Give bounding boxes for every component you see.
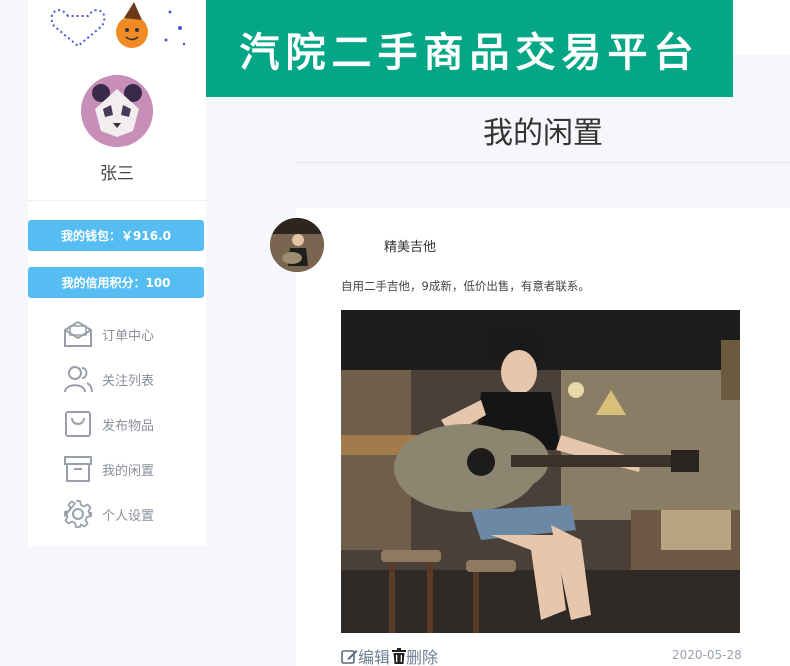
divider — [296, 162, 790, 163]
avatar[interactable] — [81, 75, 153, 147]
credit-button[interactable]: 我的信用积分：100 — [28, 267, 204, 298]
edit-icon — [341, 650, 358, 664]
username: 张三 — [100, 164, 134, 184]
edit-label: 编辑 — [358, 648, 391, 666]
seller-avatar[interactable] — [270, 218, 324, 272]
archive-icon — [62, 453, 94, 485]
delete-label: 删除 — [406, 648, 439, 666]
item-date: 2020-05-28 — [672, 648, 742, 662]
nav-label: 关注列表 — [102, 373, 155, 389]
site-logo — [28, 0, 206, 57]
nav-item-publish[interactable]: 发布物品 — [62, 407, 202, 441]
nav-label: 订单中心 — [102, 328, 155, 344]
envelope-icon — [62, 318, 94, 350]
gear-icon — [62, 498, 94, 530]
trash-icon — [392, 648, 407, 664]
people-icon — [62, 363, 94, 395]
header-spacer — [733, 0, 790, 55]
delete-button[interactable]: 删除 — [392, 644, 438, 666]
divider — [28, 200, 206, 201]
item-description: 自用二手吉他，9成新，低价出售，有意者联系。 — [341, 279, 590, 293]
nav-item-my-idle[interactable]: 我的闲置 — [62, 452, 202, 486]
bag-icon — [62, 408, 94, 440]
item-actions: 编辑 删除 — [341, 644, 438, 666]
wallet-button[interactable]: 我的钱包：￥916.0 — [28, 220, 204, 251]
edit-button[interactable]: 编辑 — [341, 644, 390, 666]
item-name[interactable]: 精美吉他 — [384, 236, 436, 255]
nav-item-following[interactable]: 关注列表 — [62, 362, 202, 396]
site-title: 汽院二手商品交易平台 — [239, 29, 700, 76]
item-photo — [341, 310, 740, 633]
panda-icon — [81, 75, 153, 147]
header-banner: 汽院二手商品交易平台 — [206, 0, 733, 97]
guitarist-thumbnail-icon — [270, 218, 324, 272]
nav-label: 我的闲置 — [102, 463, 155, 479]
nav-item-settings[interactable]: 个人设置 — [62, 497, 202, 531]
nav-item-orders[interactable]: 订单中心 — [62, 317, 202, 351]
nav-label: 个人设置 — [102, 508, 155, 524]
page-title: 我的闲置 — [483, 116, 603, 151]
sidebar: 张三 我的钱包：￥916.0 我的信用积分：100 订单中心 关注列表 发布物品… — [28, 57, 206, 546]
nav-label: 发布物品 — [102, 418, 155, 434]
